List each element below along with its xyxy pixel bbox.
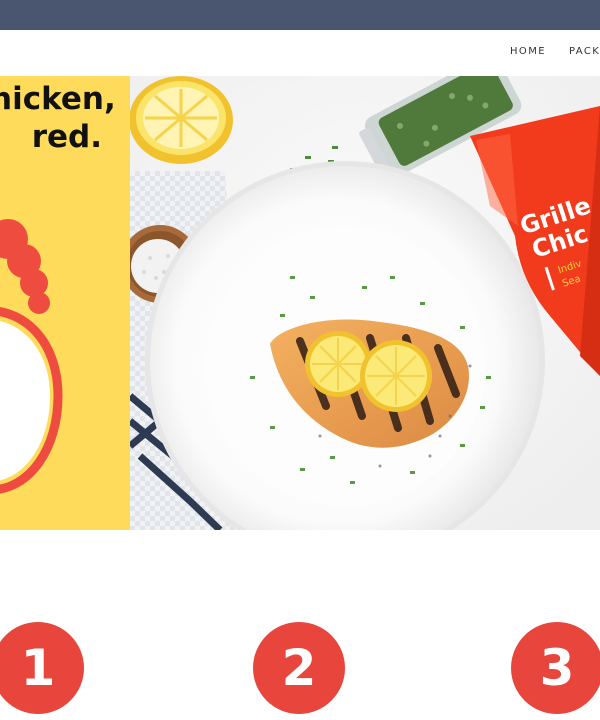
chicken-mascot-icon <box>0 219 63 494</box>
nav-packages-link[interactable]: PACK <box>569 46 600 57</box>
hero-banner: hicken, red. Grille Chic Indiv Sea <box>0 76 600 530</box>
nav-home-link[interactable]: HOME <box>510 46 546 57</box>
step-1-badge: 1 <box>0 622 84 714</box>
hero-food-photo: Grille Chic Indiv Sea <box>121 76 600 530</box>
top-bar <box>0 0 600 30</box>
grilled-chicken-photo: Grille Chic Indiv Sea <box>121 76 600 530</box>
page: HOME PACK hicken, red. Grille Chic Indiv… <box>0 0 600 720</box>
hero-yellow-panel: hicken, red. <box>0 76 130 530</box>
step-2-badge: 2 <box>253 622 345 714</box>
how-it-works-steps: 1 2 3 <box>0 530 600 720</box>
site-navigation: HOME PACK <box>0 30 600 76</box>
step-3-badge: 3 <box>511 622 600 714</box>
